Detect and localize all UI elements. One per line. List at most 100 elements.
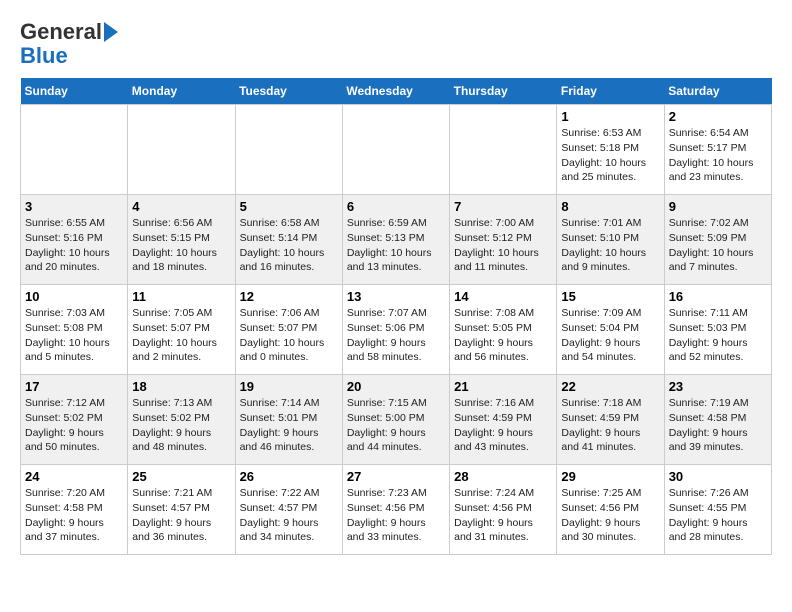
calendar-cell: 22Sunrise: 7:18 AM Sunset: 4:59 PM Dayli… [557, 375, 664, 465]
calendar-cell: 9 Sunrise: 7:02 AM Sunset: 5:09 PM Daylig… [664, 195, 771, 285]
calendar-cell: 24 Sunrise: 7:20 AM Sunset: 4:58 PM Dayli… [21, 465, 128, 555]
day-number: 6 [347, 199, 445, 214]
calendar-cell [128, 105, 235, 195]
day-number: 20 [347, 379, 445, 394]
day-info: Sunrise: 7:07 AM Sunset: 5:06 PM Dayligh… [347, 306, 445, 365]
day-info: Sunrise: 7:01 AM Sunset: 5:10 PM Dayligh… [561, 216, 659, 275]
day-number: 9 [669, 199, 767, 214]
day-number: 21 [454, 379, 552, 394]
calendar-cell: 29 Sunrise: 7:25 AM Sunset: 4:56 PM Dayli… [557, 465, 664, 555]
day-number: 25 [132, 469, 230, 484]
week-row-3: 10Sunrise: 7:03 AM Sunset: 5:08 PM Dayli… [21, 285, 772, 375]
calendar-cell: 26 Sunrise: 7:22 AM Sunset: 4:57 PM Dayli… [235, 465, 342, 555]
day-info: Sunrise: 7:21 AM Sunset: 4:57 PM Dayligh… [132, 486, 230, 545]
weekday-header-wednesday: Wednesday [342, 78, 449, 105]
logo: General Blue [20, 20, 118, 68]
calendar-cell: 16Sunrise: 7:11 AM Sunset: 5:03 PM Dayli… [664, 285, 771, 375]
calendar-cell: 4 Sunrise: 6:56 AM Sunset: 5:15 PM Daylig… [128, 195, 235, 285]
day-info: Sunrise: 7:19 AM Sunset: 4:58 PM Dayligh… [669, 396, 767, 455]
day-info: Sunrise: 7:02 AM Sunset: 5:09 PM Dayligh… [669, 216, 767, 275]
calendar-cell [21, 105, 128, 195]
day-number: 30 [669, 469, 767, 484]
calendar-cell [235, 105, 342, 195]
day-info: Sunrise: 6:59 AM Sunset: 5:13 PM Dayligh… [347, 216, 445, 275]
calendar-cell: 21Sunrise: 7:16 AM Sunset: 4:59 PM Dayli… [450, 375, 557, 465]
calendar-cell: 18 Sunrise: 7:13 AM Sunset: 5:02 PM Dayli… [128, 375, 235, 465]
day-info: Sunrise: 7:00 AM Sunset: 5:12 PM Dayligh… [454, 216, 552, 275]
day-number: 15 [561, 289, 659, 304]
calendar-cell: 8 Sunrise: 7:01 AM Sunset: 5:10 PM Daylig… [557, 195, 664, 285]
day-number: 24 [25, 469, 123, 484]
day-info: Sunrise: 7:13 AM Sunset: 5:02 PM Dayligh… [132, 396, 230, 455]
calendar-cell: 20 Sunrise: 7:15 AM Sunset: 5:00 PM Dayli… [342, 375, 449, 465]
calendar-cell: 30 Sunrise: 7:26 AM Sunset: 4:55 PM Dayli… [664, 465, 771, 555]
day-number: 18 [132, 379, 230, 394]
weekday-header-friday: Friday [557, 78, 664, 105]
calendar-table: SundayMondayTuesdayWednesdayThursdayFrid… [20, 78, 772, 555]
day-info: Sunrise: 7:09 AM Sunset: 5:04 PM Dayligh… [561, 306, 659, 365]
day-number: 27 [347, 469, 445, 484]
calendar-cell: 10Sunrise: 7:03 AM Sunset: 5:08 PM Dayli… [21, 285, 128, 375]
calendar-cell: 19 Sunrise: 7:14 AM Sunset: 5:01 PM Dayli… [235, 375, 342, 465]
calendar-cell [342, 105, 449, 195]
day-number: 28 [454, 469, 552, 484]
weekday-header-sunday: Sunday [21, 78, 128, 105]
day-number: 2 [669, 109, 767, 124]
week-row-2: 3 Sunrise: 6:55 AM Sunset: 5:16 PM Daylig… [21, 195, 772, 285]
day-number: 17 [25, 379, 123, 394]
day-info: Sunrise: 7:25 AM Sunset: 4:56 PM Dayligh… [561, 486, 659, 545]
day-info: Sunrise: 7:20 AM Sunset: 4:58 PM Dayligh… [25, 486, 123, 545]
day-number: 11 [132, 289, 230, 304]
day-info: Sunrise: 7:23 AM Sunset: 4:56 PM Dayligh… [347, 486, 445, 545]
calendar-cell: 6 Sunrise: 6:59 AM Sunset: 5:13 PM Daylig… [342, 195, 449, 285]
calendar-cell: 11Sunrise: 7:05 AM Sunset: 5:07 PM Dayli… [128, 285, 235, 375]
day-info: Sunrise: 7:06 AM Sunset: 5:07 PM Dayligh… [240, 306, 338, 365]
calendar-cell: 3 Sunrise: 6:55 AM Sunset: 5:16 PM Daylig… [21, 195, 128, 285]
day-number: 5 [240, 199, 338, 214]
calendar-cell: 5Sunrise: 6:58 AM Sunset: 5:14 PM Daylig… [235, 195, 342, 285]
calendar-cell: 23 Sunrise: 7:19 AM Sunset: 4:58 PM Dayli… [664, 375, 771, 465]
day-number: 13 [347, 289, 445, 304]
day-info: Sunrise: 6:55 AM Sunset: 5:16 PM Dayligh… [25, 216, 123, 275]
day-number: 10 [25, 289, 123, 304]
calendar-cell: 28 Sunrise: 7:24 AM Sunset: 4:56 PM Dayli… [450, 465, 557, 555]
calendar-cell [450, 105, 557, 195]
calendar-cell: 12 Sunrise: 7:06 AM Sunset: 5:07 PM Dayli… [235, 285, 342, 375]
weekday-header-thursday: Thursday [450, 78, 557, 105]
day-info: Sunrise: 7:22 AM Sunset: 4:57 PM Dayligh… [240, 486, 338, 545]
day-info: Sunrise: 7:15 AM Sunset: 5:00 PM Dayligh… [347, 396, 445, 455]
day-number: 19 [240, 379, 338, 394]
calendar-cell: 2 Sunrise: 6:54 AM Sunset: 5:17 PM Daylig… [664, 105, 771, 195]
day-info: Sunrise: 7:26 AM Sunset: 4:55 PM Dayligh… [669, 486, 767, 545]
day-info: Sunrise: 7:14 AM Sunset: 5:01 PM Dayligh… [240, 396, 338, 455]
day-info: Sunrise: 7:08 AM Sunset: 5:05 PM Dayligh… [454, 306, 552, 365]
calendar-cell: 15 Sunrise: 7:09 AM Sunset: 5:04 PM Dayli… [557, 285, 664, 375]
weekday-header-tuesday: Tuesday [235, 78, 342, 105]
day-number: 4 [132, 199, 230, 214]
day-number: 3 [25, 199, 123, 214]
calendar-cell: 7Sunrise: 7:00 AM Sunset: 5:12 PM Daylig… [450, 195, 557, 285]
day-info: Sunrise: 6:54 AM Sunset: 5:17 PM Dayligh… [669, 126, 767, 185]
day-number: 12 [240, 289, 338, 304]
weekday-header-saturday: Saturday [664, 78, 771, 105]
day-info: Sunrise: 7:24 AM Sunset: 4:56 PM Dayligh… [454, 486, 552, 545]
week-row-4: 17Sunrise: 7:12 AM Sunset: 5:02 PM Dayli… [21, 375, 772, 465]
day-info: Sunrise: 6:56 AM Sunset: 5:15 PM Dayligh… [132, 216, 230, 275]
week-row-1: 1 Sunrise: 6:53 AM Sunset: 5:18 PM Daylig… [21, 105, 772, 195]
day-number: 29 [561, 469, 659, 484]
day-number: 8 [561, 199, 659, 214]
day-number: 23 [669, 379, 767, 394]
logo-arrow-icon [104, 22, 118, 42]
calendar-cell: 17Sunrise: 7:12 AM Sunset: 5:02 PM Dayli… [21, 375, 128, 465]
logo-blue: Blue [20, 44, 68, 68]
weekday-header-monday: Monday [128, 78, 235, 105]
day-info: Sunrise: 6:53 AM Sunset: 5:18 PM Dayligh… [561, 126, 659, 185]
day-info: Sunrise: 7:18 AM Sunset: 4:59 PM Dayligh… [561, 396, 659, 455]
calendar-cell: 13 Sunrise: 7:07 AM Sunset: 5:06 PM Dayli… [342, 285, 449, 375]
day-number: 1 [561, 109, 659, 124]
day-info: Sunrise: 7:11 AM Sunset: 5:03 PM Dayligh… [669, 306, 767, 365]
logo-general: General [20, 20, 102, 44]
calendar-cell: 25 Sunrise: 7:21 AM Sunset: 4:57 PM Dayli… [128, 465, 235, 555]
calendar-cell: 27 Sunrise: 7:23 AM Sunset: 4:56 PM Dayli… [342, 465, 449, 555]
day-number: 26 [240, 469, 338, 484]
